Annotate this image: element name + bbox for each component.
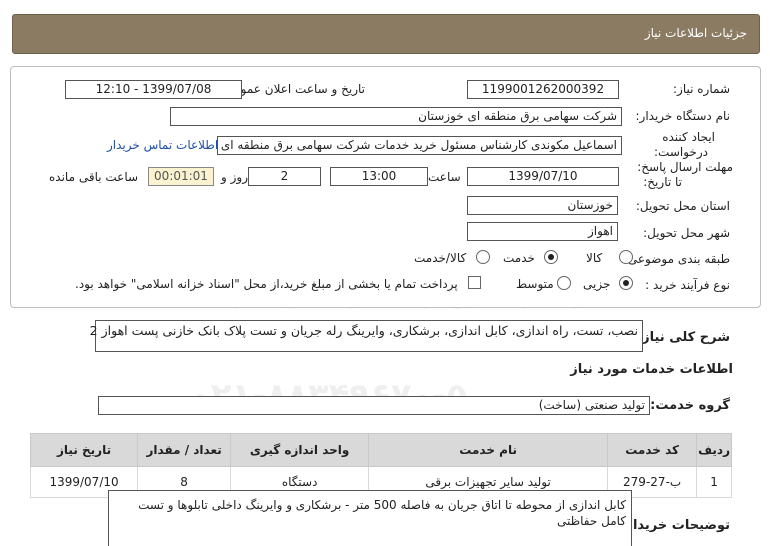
- process-option-minor: جزیی: [583, 277, 611, 291]
- category-label: طبقه بندی موضوعی:: [623, 252, 730, 266]
- province-field: خوزستان: [467, 196, 618, 215]
- service-group-field: تولید صنعتی (ساخت): [98, 396, 650, 415]
- buyer-label: نام دستگاه خریدار:: [635, 109, 731, 123]
- process-label: نوع فرآیند خرید :: [645, 278, 730, 292]
- summary-text: نصب، تست، راه اندازی، کابل اندازی، برشکا…: [89, 323, 638, 338]
- summary-field: نصب، تست، راه اندازی، کابل اندازی، برشکا…: [90, 320, 643, 352]
- province-label: استان محل تحویل:: [635, 199, 730, 213]
- buyer-notes-label: توضیحات خریدار:: [620, 518, 730, 533]
- col-unit: واحد اندازه گیری: [230, 433, 370, 467]
- need-number-field: 1199001262000392: [467, 80, 619, 99]
- deadline-time-label: ساعت: [428, 170, 461, 184]
- deadline-label-1: مهلت ارسال پاسخ:: [637, 160, 733, 174]
- remaining-time-field: 00:01:01: [148, 167, 214, 186]
- remaining-time-label: ساعت باقی مانده: [49, 170, 139, 184]
- creator-field: اسماعیل مکوندی کارشناس مسئول خرید خدمات …: [217, 136, 622, 155]
- page-header: جزئیات اطلاعات نیاز: [12, 14, 760, 54]
- col-service-name: نام خدمت: [368, 433, 609, 467]
- table-header-row: ردیف کد خدمت نام خدمت واحد اندازه گیری ت…: [29, 433, 732, 467]
- buyer-notes-text: کابل اندازی از محوطه تا اتاق جریان به فا…: [138, 498, 626, 528]
- treasury-payment-checkbox[interactable]: [468, 276, 481, 289]
- buyer-notes-field: کابل اندازی از محوطه تا اتاق جریان به فا…: [108, 490, 632, 546]
- col-row-number: ردیف: [696, 433, 732, 467]
- summary-label: شرح کلی نیاز:: [636, 330, 730, 345]
- process-radio-medium[interactable]: [557, 276, 571, 290]
- creator-label-2: درخواست:: [654, 145, 708, 159]
- page-title: جزئیات اطلاعات نیاز: [644, 26, 747, 40]
- category-option-goods-service: کالا/خدمت: [414, 251, 467, 265]
- category-option-goods: کالا: [586, 251, 603, 265]
- col-quantity: تعداد / مقدار: [137, 433, 232, 467]
- announce-field: 1399/07/08 - 12:10: [65, 80, 242, 99]
- deadline-date-field: 1399/07/10: [467, 167, 619, 186]
- service-group-label: گروه خدمت:: [650, 398, 730, 413]
- col-service-code: کد خدمت: [607, 433, 698, 467]
- creator-label-1: ایجاد کننده: [662, 130, 715, 144]
- cell-row-number: 1: [696, 466, 732, 498]
- services-table: ردیف کد خدمت نام خدمت واحد اندازه گیری ت…: [29, 433, 732, 498]
- days-label: روز و: [221, 170, 248, 184]
- need-number-label: شماره نیاز:: [673, 82, 730, 96]
- process-radio-minor[interactable]: [619, 276, 633, 290]
- category-radio-service[interactable]: [544, 250, 558, 264]
- buyer-contact-link[interactable]: اطلاعات تماس خریدار: [107, 138, 218, 152]
- process-option-medium: متوسط: [516, 277, 554, 291]
- category-radio-goods-service[interactable]: [476, 250, 490, 264]
- city-label: شهر محل تحویل:: [643, 226, 730, 240]
- days-remaining-field: 2: [248, 167, 321, 186]
- deadline-label-2: تا تاریخ:: [643, 175, 682, 189]
- city-field: اهواز: [467, 222, 618, 241]
- col-need-date: تاریخ نیاز: [29, 433, 139, 467]
- treasury-payment-note: پرداخت تمام یا بخشی از مبلغ خرید،از محل …: [75, 277, 458, 291]
- deadline-time-field: 13:00: [330, 167, 428, 186]
- category-option-service: خدمت: [503, 251, 535, 265]
- buyer-field: شرکت سهامی برق منطقه ای خوزستان: [170, 107, 622, 126]
- category-radio-goods[interactable]: [619, 250, 633, 264]
- services-section-title: اطلاعات خدمات مورد نیاز: [570, 362, 733, 377]
